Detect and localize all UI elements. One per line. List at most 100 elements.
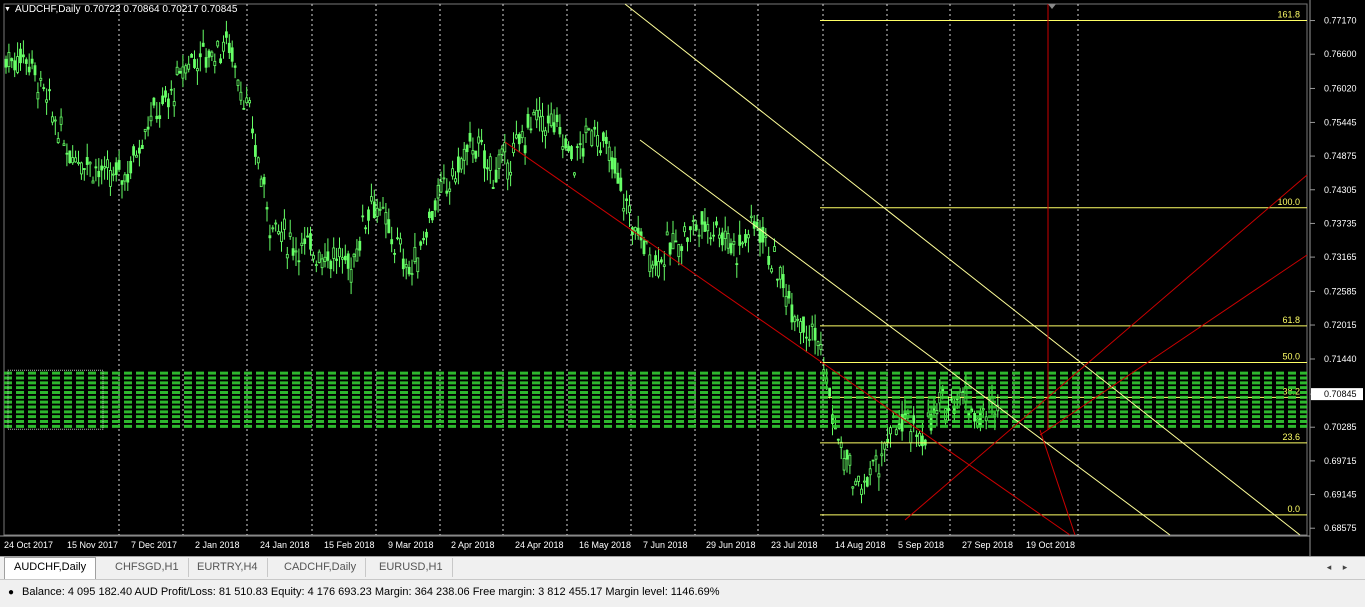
chart-canvas[interactable]: 24 Oct 2017 15 Nov 2017 7 Dec 2017 2 Jan 20… — [0, 0, 1365, 556]
candle-body — [877, 473, 881, 478]
candle-body — [874, 455, 878, 460]
date-tick-label: 9 Mar 2018 — [388, 540, 434, 550]
candle-body — [282, 218, 286, 230]
candle-body — [961, 391, 965, 393]
candle-body — [805, 336, 808, 339]
candle-body — [248, 100, 252, 104]
candle-body — [973, 413, 976, 422]
candle-body — [117, 160, 121, 170]
candle-body — [509, 171, 513, 176]
candle-body — [213, 60, 217, 67]
date-tick-label: 24 Oct 2017 — [4, 540, 53, 550]
candle-body — [694, 224, 698, 231]
candle-body — [883, 442, 887, 450]
candle-body — [245, 97, 249, 104]
candle-body — [4, 58, 8, 68]
candle-body — [80, 162, 83, 175]
candle-body — [947, 407, 950, 411]
expand-triangle-icon[interactable]: ▼ — [4, 6, 11, 13]
candle-body — [190, 53, 194, 58]
candle-body — [799, 321, 802, 333]
tab-cadchf-daily[interactable]: CADCHF,Daily — [275, 558, 367, 577]
candle-body — [619, 177, 623, 191]
candle-body — [767, 255, 771, 265]
candle-body — [68, 150, 72, 164]
tab-chfsgd-h1[interactable]: CHFSGD,H1 — [106, 558, 189, 577]
candle-body — [651, 264, 655, 269]
candle-body — [71, 157, 75, 164]
candle-body — [143, 128, 147, 132]
candle-body — [268, 235, 272, 239]
candle-body — [709, 237, 713, 240]
candle-body — [442, 177, 446, 180]
tab-eurusd-h1[interactable]: EURUSD,H1 — [370, 558, 453, 577]
candle-body — [343, 255, 347, 261]
candle-body — [459, 158, 463, 170]
tab-scroll-left-icon[interactable]: ◂ — [1322, 560, 1336, 574]
candle-body — [181, 66, 185, 79]
candle-body — [433, 200, 437, 211]
candle-body — [227, 42, 231, 54]
candle-body — [39, 77, 43, 81]
candle-body — [367, 209, 370, 221]
candle-body — [158, 115, 162, 119]
chart-tabs: AUDCHF,Daily CHFSGD,H1 EURTRY,H4 CADCHF,… — [0, 556, 1365, 579]
candle-body — [407, 266, 411, 275]
candle-body — [404, 264, 408, 268]
candle-body — [689, 226, 692, 231]
candle-body — [668, 242, 672, 255]
symbol-timeframe: AUDCHF,Daily — [14, 4, 81, 15]
candle-body — [198, 53, 202, 58]
candle-body — [628, 205, 631, 213]
candle-body — [599, 150, 602, 154]
price-tick-label: 0.70285 — [1324, 422, 1357, 432]
candle-body — [393, 252, 397, 255]
candle-body — [816, 341, 820, 346]
candle-body — [396, 237, 399, 240]
candle-body — [503, 142, 507, 153]
candle-body — [918, 432, 921, 446]
price-tick-label: 0.71440 — [1324, 354, 1357, 364]
channel-upper — [504, 141, 1071, 536]
candle-body — [657, 261, 660, 277]
tab-scroll-right-icon[interactable]: ▸ — [1338, 560, 1352, 574]
candle-body — [111, 173, 115, 176]
candle-body — [613, 157, 617, 174]
candle-body — [288, 232, 292, 237]
candle-body — [311, 254, 315, 260]
candle-body — [65, 152, 69, 155]
candle-body — [335, 258, 339, 261]
candle-body — [256, 157, 260, 164]
candle-body — [306, 235, 310, 238]
candle-body — [184, 65, 188, 74]
candle-body — [622, 207, 626, 212]
candle-body — [567, 145, 570, 152]
date-tick-label: 15 Feb 2018 — [324, 540, 375, 550]
candle-body — [488, 156, 492, 171]
candle-body — [857, 475, 860, 482]
candle-body — [813, 327, 817, 341]
candle-body — [781, 274, 785, 289]
price-chart[interactable]: 24 Oct 2017 15 Nov 2017 7 Dec 2017 2 Jan 20… — [0, 0, 1365, 556]
candle-body — [132, 146, 136, 156]
candle-body — [187, 63, 191, 70]
candle-body — [497, 154, 501, 169]
candle-body — [738, 234, 742, 246]
candle-body — [555, 114, 559, 122]
date-tick-label: 7 Dec 2017 — [131, 540, 177, 550]
candle-body — [349, 268, 353, 283]
current-price-label: 0.70845 — [1324, 389, 1357, 399]
candle-body — [454, 178, 457, 183]
candle-body — [97, 170, 101, 178]
candle-body — [294, 250, 298, 253]
candle-body — [703, 221, 707, 232]
candle-body — [749, 215, 753, 218]
candle-body — [520, 131, 524, 139]
candle-body — [477, 136, 481, 144]
date-tick-label: 2 Jan 2018 — [195, 540, 240, 550]
candle-body — [868, 468, 872, 476]
tab-audchf-daily[interactable]: AUDCHF,Daily — [4, 557, 97, 579]
tab-eurtry-h4[interactable]: EURTRY,H4 — [188, 558, 268, 577]
candle-body — [793, 316, 797, 323]
candle-body — [114, 162, 118, 176]
